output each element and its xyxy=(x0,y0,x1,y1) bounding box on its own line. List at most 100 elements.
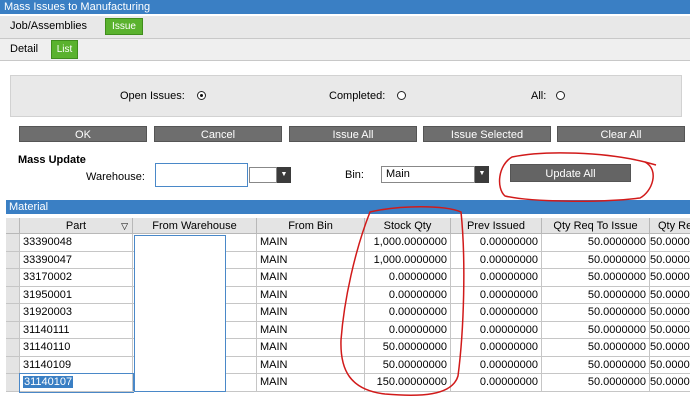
issue-all-button[interactable]: Issue All xyxy=(289,126,417,142)
row-selector[interactable] xyxy=(6,304,20,322)
cell-qty-re[interactable]: 50.0000000 xyxy=(650,339,690,357)
cell-qty-re[interactable]: 50.0000000 xyxy=(650,357,690,374)
all-radio[interactable] xyxy=(556,91,565,100)
cell-qty-re[interactable]: 50.0000000 xyxy=(650,252,690,269)
cell-qty-re[interactable]: 50.0000000 xyxy=(650,234,690,252)
tab-job-assemblies[interactable]: Job/Assemblies xyxy=(6,16,91,38)
cell-qty-re[interactable]: 50.0000000 xyxy=(650,287,690,304)
cell-from-bin[interactable]: MAIN xyxy=(257,339,365,357)
sub-tab-row: Detail List xyxy=(0,39,690,61)
cell-qty-req-to-issue[interactable]: 50.0000000 xyxy=(542,321,650,339)
cell-qty-re[interactable]: 50.0000000 xyxy=(650,322,690,339)
cell-stock-qty[interactable]: 50.00000000 xyxy=(365,339,451,357)
cell-part[interactable]: 33390048 xyxy=(20,234,133,252)
cell-from-bin[interactable]: MAIN xyxy=(257,356,365,374)
cell-from-bin[interactable]: MAIN xyxy=(257,269,365,287)
cell-from-bin[interactable]: MAIN xyxy=(257,374,365,392)
cell-prev-issued[interactable]: 0.00000000 xyxy=(451,321,542,339)
cell-qty-req-to-issue[interactable]: 50.0000000 xyxy=(542,339,650,357)
cell-from-bin[interactable]: MAIN xyxy=(257,321,365,339)
cell-qty-req-to-issue[interactable]: 50.0000000 xyxy=(542,356,650,374)
open-issues-radio[interactable] xyxy=(197,91,206,100)
cell-qty-req-to-issue[interactable]: 50.0000000 xyxy=(542,304,650,322)
cell-stock-qty[interactable]: 0.00000000 xyxy=(365,269,451,287)
cell-stock-qty[interactable]: 1,000.0000000 xyxy=(365,234,451,252)
cell-part[interactable]: 31920003 xyxy=(20,304,133,322)
warehouse-dropdown-arrow-icon[interactable]: ▼ xyxy=(277,167,291,183)
cell-prev-issued[interactable]: 0.00000000 xyxy=(451,374,542,392)
bin-label: Bin: xyxy=(345,169,364,181)
tab-detail[interactable]: Detail xyxy=(6,39,42,60)
cell-part[interactable]: 31140110 xyxy=(20,339,133,357)
cell-part[interactable]: 33390047 xyxy=(20,251,133,269)
issue-selected-button[interactable]: Issue Selected xyxy=(423,126,551,142)
column-header-part-label: Part xyxy=(65,220,87,232)
cell-qty-re[interactable]: 50.0000000 xyxy=(650,304,690,322)
column-header-from-warehouse[interactable]: From Warehouse xyxy=(133,218,257,234)
row-selector[interactable] xyxy=(6,356,20,374)
cell-stock-qty[interactable]: 50.00000000 xyxy=(365,356,451,374)
material-section-header: Material xyxy=(6,200,690,214)
cell-prev-issued[interactable]: 0.00000000 xyxy=(451,304,542,322)
cell-from-bin[interactable]: MAIN xyxy=(257,304,365,322)
column-header-prev-issued[interactable]: Prev Issued xyxy=(451,218,542,234)
column-header-from-bin[interactable]: From Bin xyxy=(257,218,365,234)
cell-stock-qty[interactable]: 150.00000000 xyxy=(365,374,451,392)
mass-update-heading: Mass Update xyxy=(18,154,86,166)
cell-qty-req-to-issue[interactable]: 50.0000000 xyxy=(542,269,650,287)
row-selector[interactable] xyxy=(6,269,20,287)
cell-prev-issued[interactable]: 0.00000000 xyxy=(451,339,542,357)
row-selector[interactable] xyxy=(6,286,20,304)
cell-part[interactable]: 31140107 xyxy=(19,373,134,393)
cell-prev-issued[interactable]: 0.00000000 xyxy=(451,286,542,304)
tab-list[interactable]: List xyxy=(51,40,78,59)
cell-qty-re[interactable]: 50.0000000 xyxy=(650,269,690,287)
cell-prev-issued[interactable]: 0.00000000 xyxy=(451,234,542,252)
cell-from-bin[interactable]: MAIN xyxy=(257,286,365,304)
row-selector[interactable] xyxy=(6,339,20,357)
clear-all-button[interactable]: Clear All xyxy=(557,126,685,142)
cell-prev-issued[interactable]: 0.00000000 xyxy=(451,251,542,269)
cell-from-bin[interactable]: MAIN xyxy=(257,234,365,252)
cell-part[interactable]: 31140109 xyxy=(20,356,133,374)
cell-from-bin[interactable]: MAIN xyxy=(257,251,365,269)
from-warehouse-selection[interactable] xyxy=(134,235,226,392)
cancel-button[interactable]: Cancel xyxy=(154,126,282,142)
cell-qty-req-to-issue[interactable]: 50.0000000 xyxy=(542,234,650,252)
warehouse-dropdown-field[interactable] xyxy=(249,167,277,183)
all-label: All: xyxy=(531,90,547,102)
cell-qty-req-to-issue[interactable]: 50.0000000 xyxy=(542,251,650,269)
cell-qty-re[interactable]: 50.0000000 xyxy=(650,374,690,392)
cell-prev-issued[interactable]: 0.00000000 xyxy=(451,269,542,287)
warehouse-label: Warehouse: xyxy=(86,171,145,183)
cell-part[interactable]: 31950001 xyxy=(20,286,133,304)
column-header-part[interactable]: Part ▽ xyxy=(20,218,133,234)
material-grid: Part ▽ From Warehouse From Bin Stock Qty… xyxy=(6,214,690,400)
cell-prev-issued[interactable]: 0.00000000 xyxy=(451,356,542,374)
column-header-qty-re[interactable]: Qty Re xyxy=(650,218,690,234)
filter-icon[interactable]: ▽ xyxy=(121,218,128,234)
bin-select[interactable]: Main xyxy=(381,166,475,183)
row-selector[interactable] xyxy=(6,251,20,269)
tab-issue[interactable]: Issue xyxy=(105,18,143,35)
material-grid-body: 33390048 MAIN 1,000.0000000 0.00000000 50.00… xyxy=(6,234,690,400)
warehouse-input[interactable] xyxy=(155,163,248,187)
column-header-qty-req-to-issue[interactable]: Qty Req To Issue xyxy=(542,218,650,234)
ok-button[interactable]: OK xyxy=(19,126,147,142)
cell-qty-req-to-issue[interactable]: 50.0000000 xyxy=(542,374,650,392)
completed-radio[interactable] xyxy=(397,91,406,100)
bin-dropdown-arrow-icon[interactable]: ▼ xyxy=(475,166,489,183)
row-selector[interactable] xyxy=(6,374,20,392)
update-all-button[interactable]: Update All xyxy=(510,164,631,182)
cell-part[interactable]: 31140111 xyxy=(20,321,133,339)
cell-qty-req-to-issue[interactable]: 50.0000000 xyxy=(542,286,650,304)
row-selector[interactable] xyxy=(6,321,20,339)
row-selector[interactable] xyxy=(6,234,20,252)
cell-stock-qty[interactable]: 0.00000000 xyxy=(365,321,451,339)
completed-label: Completed: xyxy=(329,90,386,102)
cell-stock-qty[interactable]: 1,000.0000000 xyxy=(365,251,451,269)
cell-stock-qty[interactable]: 0.00000000 xyxy=(365,304,451,322)
cell-stock-qty[interactable]: 0.00000000 xyxy=(365,286,451,304)
column-header-stock-qty[interactable]: Stock Qty xyxy=(365,218,451,234)
cell-part[interactable]: 33170002 xyxy=(20,269,133,287)
